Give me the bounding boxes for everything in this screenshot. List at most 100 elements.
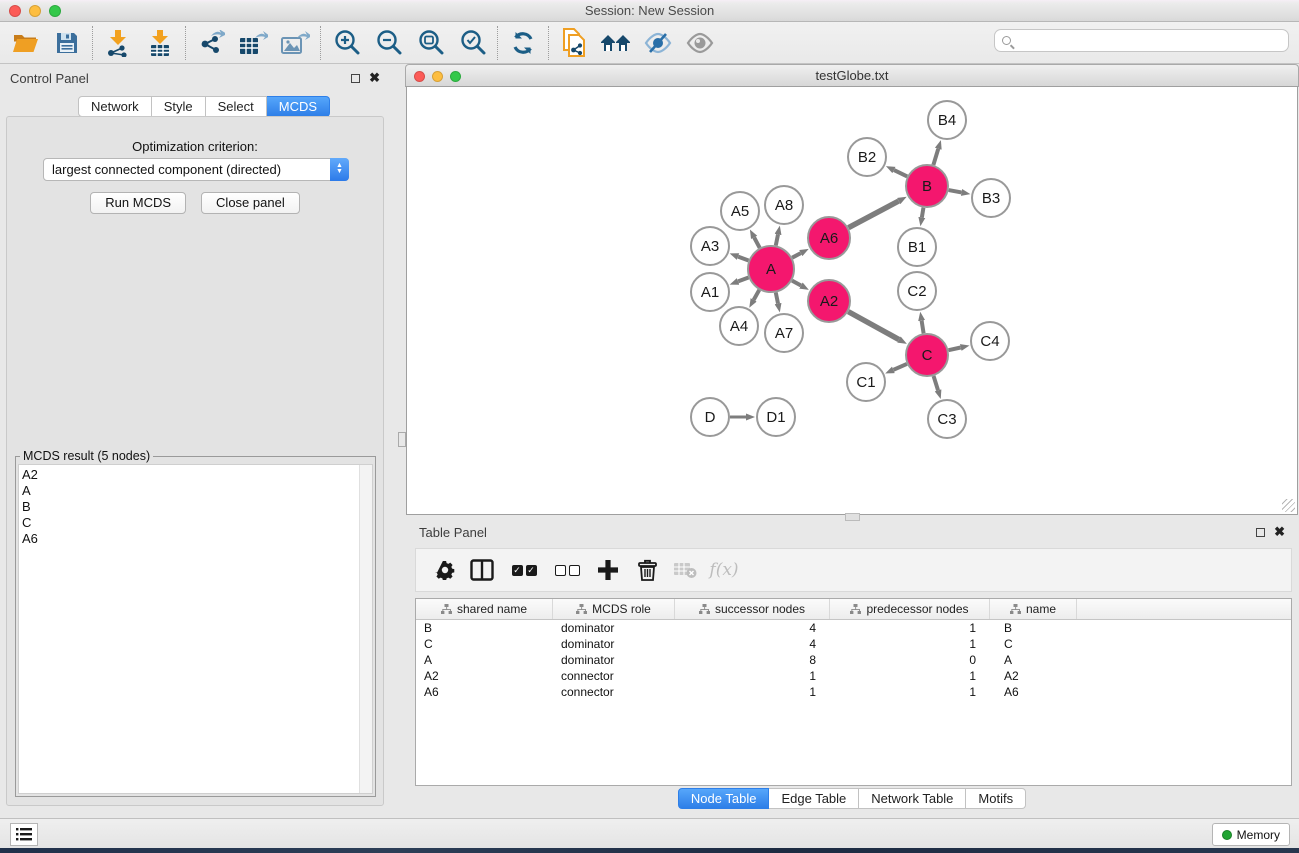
close-panel-icon[interactable]: ✖ xyxy=(369,73,380,83)
result-item[interactable]: B xyxy=(22,499,372,515)
network-maximize-button[interactable] xyxy=(450,71,461,82)
zoom-in-icon[interactable] xyxy=(330,27,362,59)
table-cell[interactable]: 1 xyxy=(830,684,990,700)
edge-C-C2[interactable] xyxy=(922,321,924,334)
show-columns-icon[interactable] xyxy=(462,555,502,585)
export-table-icon[interactable] xyxy=(237,27,269,59)
column-header-MCDS-role[interactable]: MCDS role xyxy=(553,599,675,619)
table-tab-edge-table[interactable]: Edge Table xyxy=(769,788,859,809)
table-cell[interactable]: A2 xyxy=(990,668,1077,684)
column-header-successor-nodes[interactable]: successor nodes xyxy=(675,599,830,619)
edge-A-A8[interactable] xyxy=(776,234,778,245)
edge-A-A4[interactable] xyxy=(754,290,760,300)
hide-graphics-details-icon[interactable] xyxy=(642,27,674,59)
edge-B-B1[interactable] xyxy=(922,208,924,218)
edge-A-A5[interactable] xyxy=(754,237,760,247)
close-window-button[interactable] xyxy=(9,5,21,17)
birds-eye-view-icon[interactable] xyxy=(600,27,632,59)
table-tab-node-table[interactable]: Node Table xyxy=(678,788,770,809)
table-cell[interactable]: A xyxy=(990,652,1077,668)
result-item[interactable]: A6 xyxy=(22,531,372,547)
table-tab-motifs[interactable]: Motifs xyxy=(966,788,1026,809)
table-cell[interactable]: C xyxy=(416,636,553,652)
table-cell[interactable]: 8 xyxy=(675,652,830,668)
memory-button[interactable]: Memory xyxy=(1212,823,1290,846)
float-panel-icon[interactable] xyxy=(351,74,360,83)
edge-C-C1[interactable] xyxy=(893,364,906,370)
network-minimize-button[interactable] xyxy=(432,71,443,82)
edge-B-B2[interactable] xyxy=(894,170,907,176)
table-cell[interactable]: A6 xyxy=(990,684,1077,700)
network-canvas[interactable]: B4B2BB3A8A5A6A3B1AA1C2A2A4A7C4CC1C3DD1 xyxy=(406,87,1298,515)
table-close-icon[interactable]: ✖ xyxy=(1274,527,1285,537)
minimize-window-button[interactable] xyxy=(29,5,41,17)
edge-A-A7[interactable] xyxy=(776,293,778,304)
function-builder-icon[interactable]: f(x) xyxy=(704,555,744,585)
mcds-result-list[interactable]: A2ABCA6 xyxy=(18,464,373,794)
apply-layout-icon[interactable] xyxy=(507,27,539,59)
table-cell[interactable]: dominator xyxy=(553,620,675,636)
table-cell[interactable]: 0 xyxy=(830,652,990,668)
edge-A2-C[interactable] xyxy=(848,312,899,340)
tab-network[interactable]: Network xyxy=(78,96,152,117)
delete-column-trash-icon[interactable] xyxy=(628,555,666,585)
open-file-icon[interactable] xyxy=(9,27,41,59)
column-header-name[interactable]: name xyxy=(990,599,1077,619)
task-history-button[interactable] xyxy=(10,823,38,846)
edge-C-C3[interactable] xyxy=(934,376,938,390)
export-network-icon[interactable] xyxy=(195,27,227,59)
table-body[interactable]: Bdominator41BCdominator41CAdominator80AA… xyxy=(416,620,1291,700)
deselect-all-icon[interactable] xyxy=(546,555,588,585)
table-cell[interactable]: A6 xyxy=(416,684,553,700)
table-row[interactable]: A6connector11A6 xyxy=(416,684,1291,700)
tab-style[interactable]: Style xyxy=(152,96,206,117)
close-panel-button[interactable]: Close panel xyxy=(201,192,300,214)
table-cell[interactable]: C xyxy=(990,636,1077,652)
network-close-button[interactable] xyxy=(414,71,425,82)
table-cell[interactable]: B xyxy=(416,620,553,636)
table-cell[interactable]: connector xyxy=(553,684,675,700)
import-network-icon[interactable] xyxy=(102,27,134,59)
left-divider-handle[interactable] xyxy=(398,432,406,447)
table-cell[interactable]: 1 xyxy=(675,668,830,684)
table-cell[interactable]: A xyxy=(416,652,553,668)
table-header-row[interactable]: shared nameMCDS rolesuccessor nodesprede… xyxy=(416,599,1291,620)
add-column-icon[interactable] xyxy=(588,555,628,585)
table-cell[interactable]: 1 xyxy=(830,668,990,684)
network-window-titlebar[interactable]: testGlobe.txt xyxy=(405,64,1299,87)
table-cell[interactable]: connector xyxy=(553,668,675,684)
result-scrollbar[interactable] xyxy=(359,465,372,793)
table-cell[interactable]: 1 xyxy=(830,620,990,636)
column-header-shared-name[interactable]: shared name xyxy=(416,599,553,619)
table-float-icon[interactable] xyxy=(1256,528,1265,537)
table-row[interactable]: Cdominator41C xyxy=(416,636,1291,652)
table-cell[interactable]: 4 xyxy=(675,620,830,636)
table-cell[interactable]: 1 xyxy=(830,636,990,652)
import-table-icon[interactable] xyxy=(144,27,176,59)
tab-mcds[interactable]: MCDS xyxy=(267,96,330,117)
edge-A-A3[interactable] xyxy=(738,257,748,261)
result-item[interactable]: A2 xyxy=(22,467,372,483)
delete-table-icon[interactable] xyxy=(666,555,704,585)
show-graphics-details-icon[interactable] xyxy=(684,27,716,59)
edge-C-C4[interactable] xyxy=(948,348,960,351)
table-cell[interactable]: dominator xyxy=(553,652,675,668)
table-cell[interactable]: A2 xyxy=(416,668,553,684)
zoom-fit-icon[interactable] xyxy=(414,27,446,59)
zoom-out-icon[interactable] xyxy=(372,27,404,59)
column-header-predecessor-nodes[interactable]: predecessor nodes xyxy=(830,599,990,619)
save-session-icon[interactable] xyxy=(51,27,83,59)
result-item[interactable]: A xyxy=(22,483,372,499)
table-row[interactable]: Adominator80A xyxy=(416,652,1291,668)
edge-A-A1[interactable] xyxy=(738,277,748,281)
window-resize-grip[interactable] xyxy=(1282,499,1295,512)
table-cell[interactable]: 1 xyxy=(675,684,830,700)
criterion-dropdown[interactable]: largest connected component (directed) ▲… xyxy=(43,158,349,181)
export-image-icon[interactable] xyxy=(279,27,311,59)
table-tab-network-table[interactable]: Network Table xyxy=(859,788,966,809)
edge-A6-B[interactable] xyxy=(848,201,898,228)
result-item[interactable]: C xyxy=(22,515,372,531)
run-mcds-button[interactable]: Run MCDS xyxy=(90,192,186,214)
table-row[interactable]: Bdominator41B xyxy=(416,620,1291,636)
search-input[interactable] xyxy=(1015,30,1288,51)
